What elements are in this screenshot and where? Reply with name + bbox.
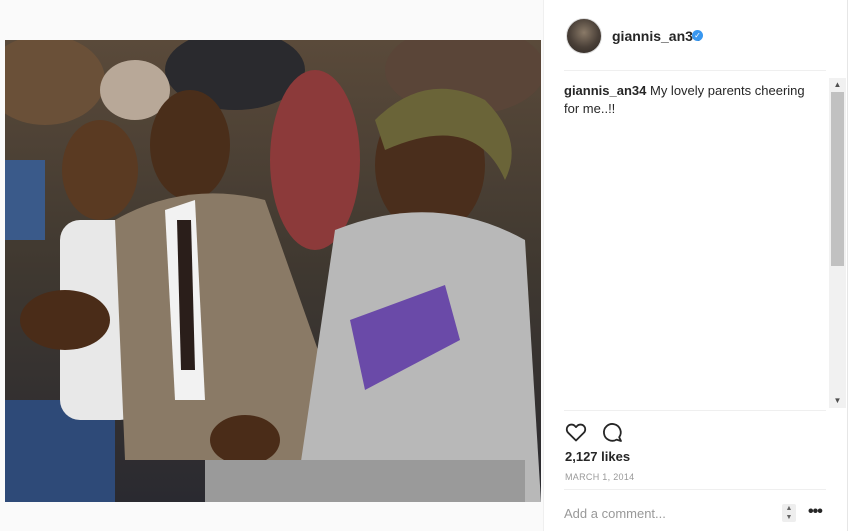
scrollbar-thumb[interactable]	[831, 92, 844, 266]
scroll-down-arrow-icon[interactable]: ▼	[829, 394, 846, 408]
heart-icon	[565, 423, 587, 442]
actions-divider	[564, 410, 826, 411]
avatar[interactable]	[566, 18, 602, 54]
scroll-up-arrow-icon[interactable]: ▲	[829, 78, 846, 92]
like-button[interactable]	[564, 420, 588, 444]
comment-icon	[603, 423, 622, 442]
post-side-panel: giannis_an34 ✓ giannis_an34 My lovely pa…	[543, 0, 847, 531]
photo-column	[0, 0, 543, 531]
comment-button[interactable]	[600, 420, 624, 444]
caption: giannis_an34 My lovely parents cheering …	[564, 82, 820, 118]
post-date: MARCH 1, 2014	[565, 472, 635, 482]
like-count[interactable]: 2,127 likes	[565, 449, 630, 464]
post-header: giannis_an34 ✓	[544, 0, 847, 70]
comments-scrollbar[interactable]: ▲ ▼	[829, 78, 846, 408]
post-photo[interactable]	[5, 40, 541, 502]
more-options-button[interactable]: •••	[808, 504, 823, 520]
textarea-resize-icon[interactable]: ▲ ▼	[782, 504, 796, 522]
username-link[interactable]: giannis_an34	[612, 28, 701, 44]
verified-badge-icon: ✓	[692, 30, 703, 41]
comment-divider	[564, 489, 826, 490]
header-divider	[564, 70, 826, 71]
caption-username-link[interactable]: giannis_an34	[564, 83, 646, 98]
comment-input[interactable]	[564, 502, 778, 524]
